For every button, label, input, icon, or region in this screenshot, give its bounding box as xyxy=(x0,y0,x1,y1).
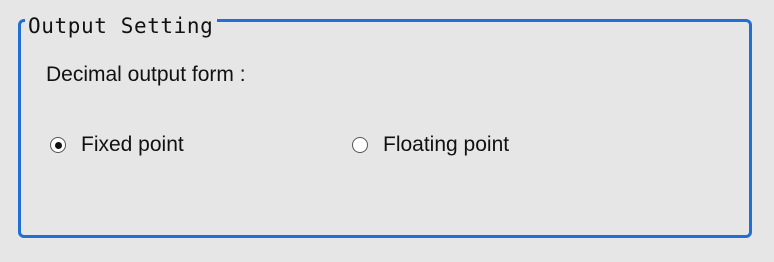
radio-selected-icon[interactable] xyxy=(50,137,66,153)
radio-unselected-icon[interactable] xyxy=(352,137,368,153)
radio-dot xyxy=(54,141,62,149)
floating-point-label[interactable]: Floating point xyxy=(383,132,509,158)
radio-dot xyxy=(357,142,364,149)
floating-point-radio[interactable]: Floating point xyxy=(352,131,509,159)
fixed-point-label[interactable]: Fixed point xyxy=(81,132,184,158)
decimal-output-form-label: Decimal output form : xyxy=(46,63,246,86)
fixed-point-radio[interactable]: Fixed point xyxy=(50,131,184,159)
output-setting-groupbox xyxy=(18,19,752,238)
output-setting-title: Output Setting xyxy=(25,14,218,38)
